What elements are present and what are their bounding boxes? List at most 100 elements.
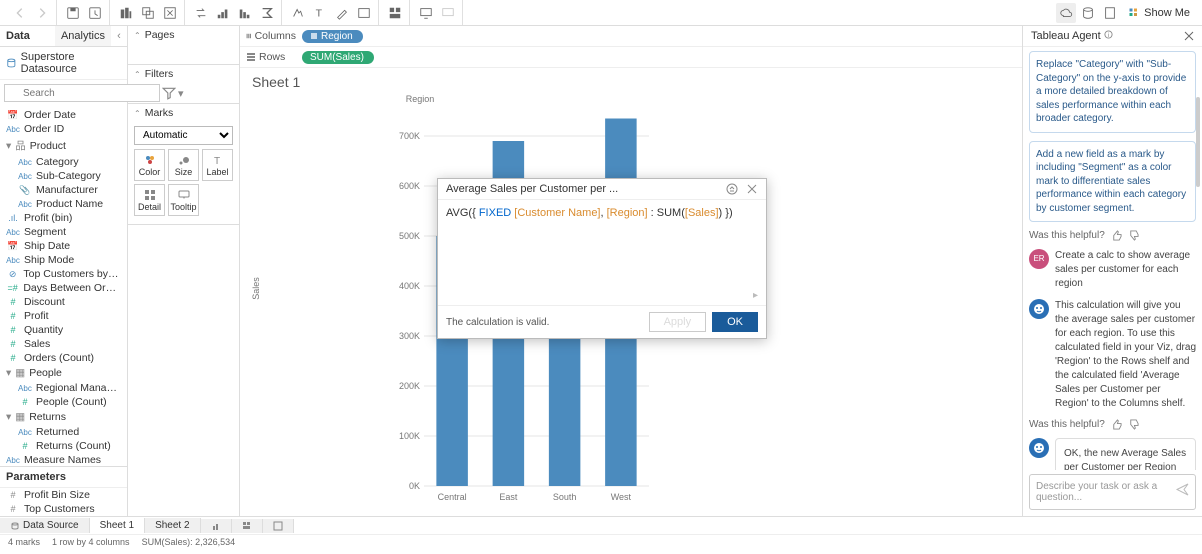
svg-text:T: T — [316, 7, 323, 19]
suggestion-2[interactable]: Add a new field as a mark by including "… — [1029, 141, 1196, 223]
group-returns[interactable]: ▾▦Returns — [0, 409, 127, 425]
field-manufacturer[interactable]: 📎Manufacturer — [0, 183, 127, 197]
tab-analytics[interactable]: Analytics — [55, 26, 111, 46]
forward-button[interactable] — [32, 3, 52, 23]
field-product-name[interactable]: AbcProduct Name — [0, 197, 127, 211]
revert-button[interactable] — [85, 3, 105, 23]
param-top-customers[interactable]: #Top Customers — [0, 502, 127, 516]
save-button[interactable] — [63, 3, 83, 23]
thumbs-up-icon[interactable] — [1111, 230, 1122, 241]
field-top-customers[interactable]: ⊘Top Customers by P... — [0, 267, 127, 281]
color-icon — [144, 154, 156, 166]
marks-type-select[interactable]: Automatic — [134, 126, 233, 145]
number-icon: # — [6, 338, 20, 350]
collapse-data-pane[interactable]: ‹ — [111, 26, 127, 46]
mark-detail[interactable]: Detail — [134, 184, 165, 216]
field-quantity[interactable]: #Quantity — [0, 323, 127, 337]
datasource-tab-icon — [10, 521, 20, 531]
present-button[interactable] — [416, 3, 436, 23]
field-measure-names[interactable]: AbcMeasure Names — [0, 453, 127, 466]
ok-button[interactable]: OK — [712, 312, 758, 332]
agent-prompt-input[interactable]: Describe your task or ask a question... — [1029, 474, 1196, 510]
columns-shelf[interactable]: Columns Region — [240, 26, 1022, 47]
clear-button[interactable] — [160, 3, 180, 23]
field-discount[interactable]: #Discount — [0, 295, 127, 309]
group-product[interactable]: ▾品Product — [0, 136, 127, 155]
cloud-icon[interactable] — [1056, 3, 1076, 23]
field-people-count[interactable]: #People (Count) — [0, 395, 127, 409]
totals-button[interactable] — [257, 3, 277, 23]
dashboard-button[interactable] — [385, 3, 405, 23]
field-regional-manager[interactable]: AbcRegional Manager — [0, 381, 127, 395]
field-profit-bin[interactable]: .ıl.Profit (bin) — [0, 211, 127, 225]
sheet-title[interactable]: Sheet 1 — [240, 68, 1022, 92]
field-profit[interactable]: #Profit — [0, 309, 127, 323]
sort-desc-button[interactable] — [235, 3, 255, 23]
marks-shelf[interactable]: ⌃Marks — [128, 104, 239, 122]
fit-button[interactable] — [354, 3, 374, 23]
field-order-id[interactable]: AbcOrder ID — [0, 122, 127, 136]
field-orders-count[interactable]: #Orders (Count) — [0, 351, 127, 365]
calc-formula-input[interactable]: AVG({ FIXED [Customer Name], [Region] : … — [438, 200, 766, 290]
info-icon[interactable]: i — [1104, 30, 1113, 39]
mark-size[interactable]: Size — [168, 149, 199, 181]
mark-color[interactable]: Color — [134, 149, 165, 181]
pages-shelf[interactable]: ⌃Pages — [128, 26, 239, 44]
send-icon[interactable] — [1176, 483, 1189, 496]
thumbs-down-icon[interactable] — [1128, 419, 1139, 430]
tab-datasource[interactable]: Data Source — [0, 518, 90, 533]
field-order-date[interactable]: 📅Order Date — [0, 108, 127, 122]
sort-asc-button[interactable] — [213, 3, 233, 23]
datasource-selector[interactable]: Superstore Datasource — [0, 47, 127, 80]
field-category[interactable]: AbcCategory — [0, 155, 127, 169]
suggestion-1[interactable]: Replace "Category" with "Sub-Category" o… — [1029, 51, 1196, 133]
share-button[interactable] — [438, 3, 458, 23]
group-people[interactable]: ▾▦People — [0, 365, 127, 381]
datasource-icon[interactable] — [1078, 3, 1098, 23]
status-sum: SUM(Sales): 2,326,534 — [142, 537, 236, 547]
field-days-between[interactable]: =#Days Between Orde... — [0, 281, 127, 295]
thumbs-down-icon[interactable] — [1128, 230, 1139, 241]
tab-sheet1[interactable]: Sheet 1 — [90, 518, 145, 533]
number-icon: # — [18, 396, 32, 408]
new-story-button[interactable] — [263, 519, 294, 533]
tab-data[interactable]: Data — [0, 26, 55, 46]
swap-button[interactable] — [191, 3, 211, 23]
helpful-prompt-2: Was this helpful? — [1029, 419, 1196, 430]
expand-caret[interactable]: ▸ — [438, 290, 766, 305]
apply-button[interactable]: Apply — [649, 312, 707, 332]
thumbs-up-icon[interactable] — [1111, 419, 1122, 430]
format-button[interactable] — [332, 3, 352, 23]
highlight-button[interactable] — [288, 3, 308, 23]
field-ship-mode[interactable]: AbcShip Mode — [0, 253, 127, 267]
rows-icon — [246, 52, 256, 62]
field-sales[interactable]: #Sales — [0, 337, 127, 351]
showme-button[interactable]: Show Me — [1122, 7, 1196, 19]
columns-pill-region[interactable]: Region — [302, 30, 363, 43]
svg-text:100K: 100K — [399, 431, 420, 441]
parameters-header: Parameters — [0, 466, 127, 488]
rows-pill-sales[interactable]: SUM(Sales) — [302, 51, 374, 64]
new-sheet-button[interactable] — [201, 519, 232, 533]
new-dashboard-button[interactable] — [232, 519, 263, 533]
rows-shelf[interactable]: Rows SUM(Sales) — [240, 47, 1022, 68]
new-worksheet-button[interactable] — [116, 3, 136, 23]
search-input[interactable] — [4, 84, 160, 102]
field-ship-date[interactable]: 📅Ship Date — [0, 239, 127, 253]
field-returned[interactable]: AbcReturned — [0, 425, 127, 439]
tab-sheet2[interactable]: Sheet 2 — [145, 518, 200, 533]
mark-label[interactable]: TLabel — [202, 149, 233, 181]
param-profit-bin-size[interactable]: #Profit Bin Size — [0, 488, 127, 502]
expand-icon[interactable] — [726, 183, 738, 195]
field-returns-count[interactable]: #Returns (Count) — [0, 439, 127, 453]
close-icon[interactable] — [746, 183, 758, 195]
back-button[interactable] — [10, 3, 30, 23]
text-button[interactable]: T — [310, 3, 330, 23]
duplicate-button[interactable] — [138, 3, 158, 23]
field-segment[interactable]: AbcSegment — [0, 225, 127, 239]
close-agent-icon[interactable] — [1184, 31, 1194, 41]
help-icon[interactable] — [1100, 3, 1120, 23]
mark-tooltip[interactable]: Tooltip — [168, 184, 199, 216]
filters-shelf[interactable]: ⌃Filters — [128, 65, 239, 83]
field-subcategory[interactable]: AbcSub-Category — [0, 169, 127, 183]
